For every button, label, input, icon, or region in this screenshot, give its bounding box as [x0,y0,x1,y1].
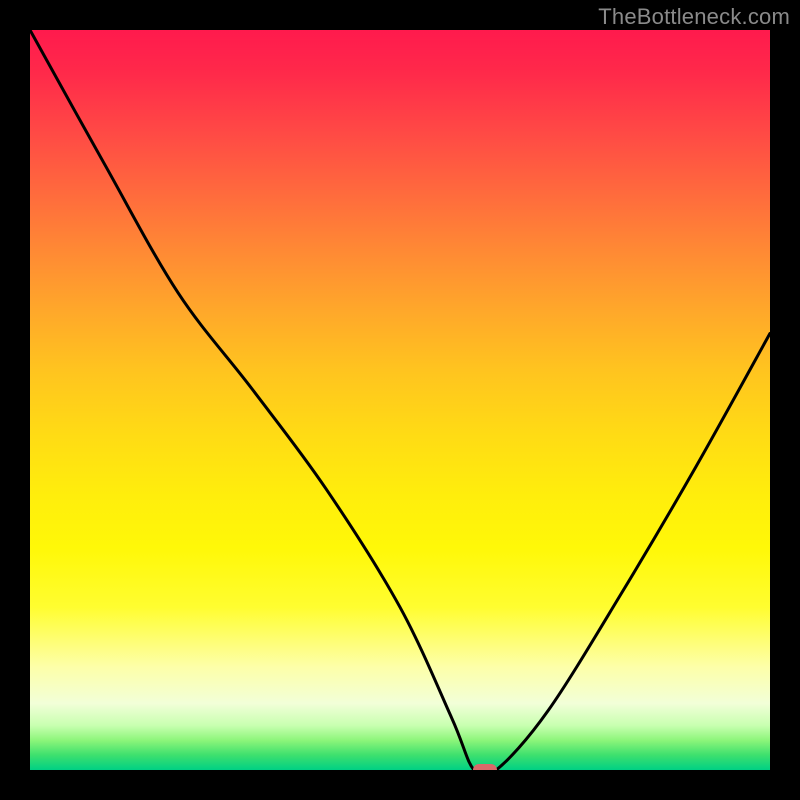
chart-frame: TheBottleneck.com [0,0,800,800]
plot-area [30,30,770,770]
watermark: TheBottleneck.com [598,4,790,30]
bottleneck-curve [30,30,770,770]
optimal-marker [473,764,497,770]
